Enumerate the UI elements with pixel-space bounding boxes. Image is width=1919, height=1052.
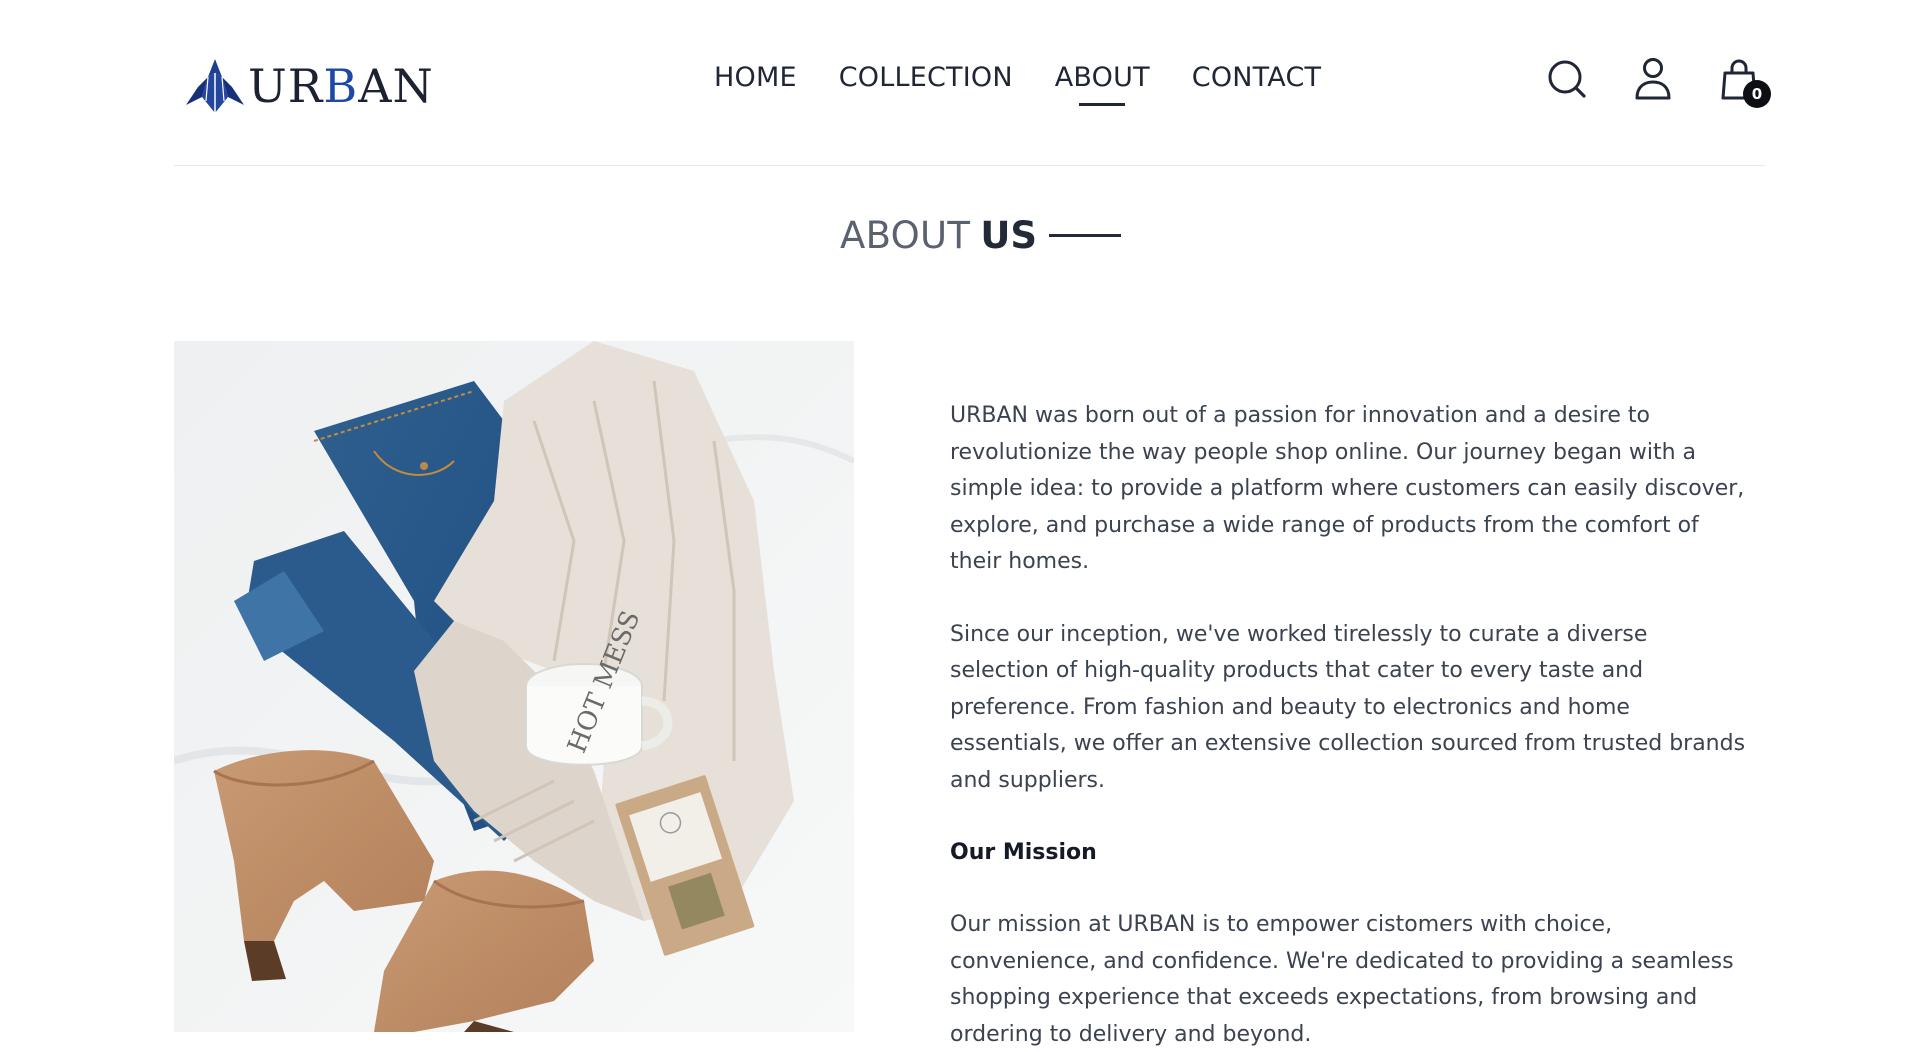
about-image: HOT MESS — [174, 341, 854, 1032]
nav-about[interactable]: ABOUT — [1055, 58, 1150, 98]
header-actions: 0 — [1547, 56, 1771, 108]
title-rule — [1049, 234, 1122, 237]
section-title: ABOUT US — [0, 214, 1919, 257]
mission-paragraph: Our mission at URBAN is to empower cisto… — [950, 912, 1734, 1047]
nav-home[interactable]: HOME — [714, 58, 797, 98]
about-paragraph-2: Since our inception, we've worked tirele… — [950, 621, 1746, 793]
nav-contact[interactable]: CONTACT — [1192, 58, 1321, 98]
logo-mark-icon — [186, 59, 244, 113]
about-content: URBAN was born out of a passion for inno… — [950, 398, 1750, 1052]
brand-logo[interactable]: URBAN — [184, 55, 434, 117]
cart-button[interactable]: 0 — [1719, 56, 1771, 108]
cart-count-badge: 0 — [1743, 80, 1771, 108]
account-button[interactable] — [1633, 56, 1673, 102]
main-nav: HOME COLLECTION ABOUT CONTACT — [714, 58, 1363, 98]
title-bold: US — [980, 214, 1038, 257]
user-icon — [1635, 58, 1671, 100]
search-icon — [1548, 60, 1586, 98]
fashion-flatlay-image: HOT MESS — [174, 341, 854, 1032]
about-paragraph-1: URBAN was born out of a passion for inno… — [950, 403, 1745, 574]
site-header: URBAN HOME COLLECTION ABOUT CONTACT 0 — [174, 0, 1771, 166]
nav-collection[interactable]: COLLECTION — [839, 58, 1013, 98]
search-button[interactable] — [1547, 56, 1587, 102]
title-light: ABOUT — [839, 214, 971, 257]
brand-wordmark: URBAN — [248, 59, 434, 113]
mission-heading: Our Mission — [950, 840, 1097, 865]
